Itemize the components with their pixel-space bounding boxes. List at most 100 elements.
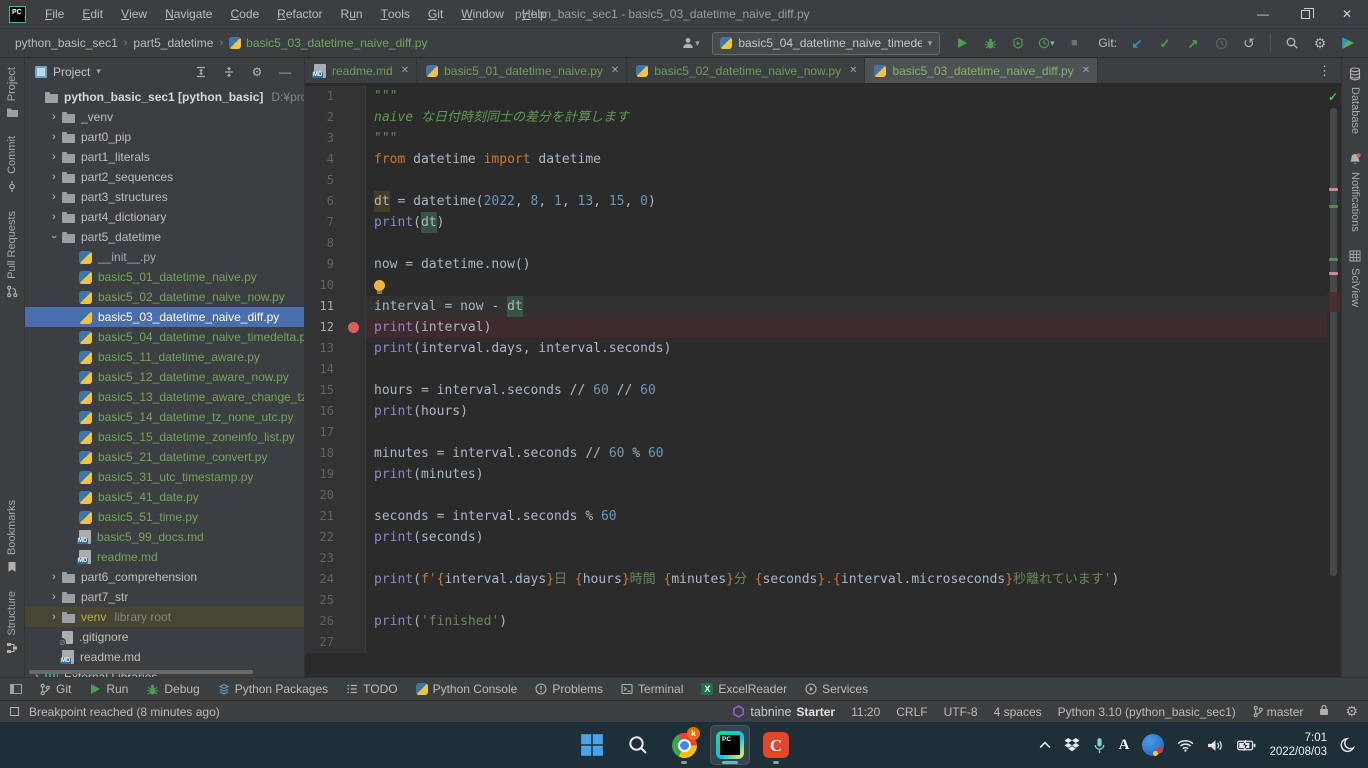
tree-item-readme-md[interactable]: readme.md bbox=[25, 547, 304, 567]
code-line[interactable]: 4from datetime import datetime bbox=[305, 149, 1327, 170]
tree-item-basic5-31-utc-timestamp-py[interactable]: basic5_31_utc_timestamp.py bbox=[25, 467, 304, 487]
tree-item-python-basic-sec1-python-basic[interactable]: python_basic_sec1 [python_basic]D:¥proje… bbox=[25, 87, 304, 107]
user-button[interactable]: ▾ bbox=[678, 31, 702, 55]
stripe-item-database[interactable]: Database bbox=[1349, 58, 1361, 143]
toolbox-button[interactable] bbox=[1336, 31, 1360, 55]
status-file-encoding[interactable]: UTF-8 bbox=[944, 705, 978, 719]
tree-chevron-icon[interactable]: › bbox=[46, 591, 62, 603]
menu-code[interactable]: Code bbox=[221, 0, 268, 28]
tab-options-icon[interactable]: ⋮ bbox=[1308, 58, 1341, 83]
tab-close-icon[interactable]: ✕ bbox=[1082, 65, 1090, 76]
menu-edit[interactable]: Edit bbox=[73, 0, 112, 28]
code-line[interactable]: 12print(interval) bbox=[305, 317, 1327, 338]
git-commit-button[interactable]: ✓ bbox=[1153, 31, 1177, 55]
tree-item-basic5-03-datetime-naive-diff-py[interactable]: basic5_03_datetime_naive_diff.py bbox=[25, 307, 304, 327]
run-coverage-button[interactable] bbox=[1006, 31, 1030, 55]
minimize-button[interactable]: — bbox=[1242, 0, 1284, 28]
menu-git[interactable]: Git bbox=[419, 0, 452, 28]
menu-file[interactable]: File bbox=[36, 0, 73, 28]
tool-window-todo[interactable]: TODO bbox=[337, 678, 406, 700]
breakpoint-icon[interactable] bbox=[348, 322, 359, 333]
tab-close-icon[interactable]: ✕ bbox=[849, 65, 857, 76]
status-message[interactable]: Breakpoint reached (8 minutes ago) bbox=[29, 705, 220, 719]
stripe-mark[interactable] bbox=[1329, 258, 1338, 261]
git-branch-widget[interactable]: master bbox=[1252, 705, 1304, 719]
stripe-item-bookmarks[interactable]: Bookmarks bbox=[6, 491, 18, 582]
tree-chevron-icon[interactable]: › bbox=[46, 131, 62, 143]
taskbar-pycharm[interactable]: PC bbox=[710, 725, 750, 765]
code-line[interactable]: 16print(hours) bbox=[305, 401, 1327, 422]
code-line[interactable]: 13print(interval.days, interval.seconds) bbox=[305, 338, 1327, 359]
tray-wifi[interactable] bbox=[1177, 739, 1194, 752]
menu-view[interactable]: View bbox=[112, 0, 156, 28]
tree-item-basic5-13-datetime-aware-change-tz-py[interactable]: basic5_13_datetime_aware_change_tz.py bbox=[25, 387, 304, 407]
tree-item-basic5-11-datetime-aware-py[interactable]: basic5_11_datetime_aware.py bbox=[25, 347, 304, 367]
stop-button[interactable]: ■ bbox=[1062, 31, 1086, 55]
git-rollback-button[interactable]: ↺ bbox=[1237, 31, 1261, 55]
code-line[interactable]: 15hours = interval.seconds // 60 // 60 bbox=[305, 380, 1327, 401]
tool-window-excelreader[interactable]: XExcelReader bbox=[692, 678, 796, 700]
tree-item-basic5-99-docs-md[interactable]: basic5_99_docs.md bbox=[25, 527, 304, 547]
tray-volume[interactable] bbox=[1207, 739, 1224, 752]
code-line[interactable]: 9now = datetime.now() bbox=[305, 254, 1327, 275]
profiler-button[interactable]: ▾ bbox=[1034, 31, 1058, 55]
code-line[interactable]: 26print('finished') bbox=[305, 611, 1327, 632]
code-line[interactable]: 20 bbox=[305, 485, 1327, 506]
panel-settings-icon[interactable]: ⚙ bbox=[246, 61, 268, 83]
code-line[interactable]: 18minutes = interval.seconds // 60 % 60 bbox=[305, 443, 1327, 464]
stripe-mark[interactable] bbox=[1329, 272, 1338, 275]
tree-chevron-icon[interactable]: › bbox=[46, 191, 62, 203]
breakpoint-stripe-mark[interactable] bbox=[1327, 292, 1340, 312]
menu-navigate[interactable]: Navigate bbox=[156, 0, 221, 28]
tab-basic5-01-datetime-naive-py[interactable]: basic5_01_datetime_naive.py✕ bbox=[417, 58, 627, 83]
code-line[interactable]: 23 bbox=[305, 548, 1327, 569]
stripe-mark[interactable] bbox=[1329, 188, 1338, 191]
code-line[interactable]: 22print(seconds) bbox=[305, 527, 1327, 548]
git-push-button[interactable]: ↗ bbox=[1181, 31, 1205, 55]
tool-window-corner-icon[interactable] bbox=[10, 684, 22, 694]
tabnine-widget[interactable]: tabnineStarter bbox=[732, 705, 835, 719]
tree-chevron-icon[interactable]: › bbox=[48, 229, 60, 245]
tree-item-basic5-04-datetime-naive-timedelta-py[interactable]: basic5_04_datetime_naive_timedelta.py bbox=[25, 327, 304, 347]
tree-item-part0-pip[interactable]: ›part0_pip bbox=[25, 127, 304, 147]
tool-window-terminal[interactable]: Terminal bbox=[612, 678, 692, 700]
chevron-down-icon[interactable]: ▾ bbox=[96, 66, 101, 77]
menu-run[interactable]: Run bbox=[332, 0, 372, 28]
collapse-all-button[interactable] bbox=[218, 61, 240, 83]
code-line[interactable]: 25 bbox=[305, 590, 1327, 611]
tree-item-part1-literals[interactable]: ›part1_literals bbox=[25, 147, 304, 167]
taskbar-search[interactable] bbox=[618, 725, 658, 765]
maximize-button[interactable] bbox=[1284, 0, 1326, 28]
hide-panel-button[interactable]: — bbox=[274, 61, 296, 83]
status-line-separator[interactable]: CRLF bbox=[896, 705, 927, 719]
code-editor[interactable]: 1"""2naive な日付時刻同士の差分を計算します3"""4from dat… bbox=[305, 84, 1327, 677]
project-panel-title[interactable]: Project bbox=[53, 65, 90, 79]
code-line[interactable]: 19print(minutes) bbox=[305, 464, 1327, 485]
stripe-item-project[interactable]: Project bbox=[6, 58, 19, 127]
git-history-button[interactable] bbox=[1209, 31, 1233, 55]
tree-item-readme-md[interactable]: readme.md bbox=[25, 647, 304, 667]
tray-hidden-icons[interactable] bbox=[1039, 741, 1051, 749]
menu-tools[interactable]: Tools bbox=[372, 0, 419, 28]
tree-chevron-icon[interactable]: › bbox=[46, 111, 62, 123]
menu-window[interactable]: Window bbox=[452, 0, 513, 28]
search-everywhere-button[interactable] bbox=[1280, 31, 1304, 55]
git-update-project-button[interactable]: ↙ bbox=[1125, 31, 1149, 55]
taskbar-chrome[interactable]: k bbox=[664, 725, 704, 765]
code-line[interactable]: 5 bbox=[305, 170, 1327, 191]
tree-chevron-icon[interactable]: › bbox=[46, 211, 62, 223]
tree-item-part4-dictionary[interactable]: ›part4_dictionary bbox=[25, 207, 304, 227]
breakpoint-gutter[interactable] bbox=[341, 317, 366, 338]
breadcrumb-item-part5-datetime[interactable]: part5_datetime bbox=[130, 35, 216, 51]
code-line[interactable]: 24print(f'{interval.days}日 {hours}時間 {mi… bbox=[305, 569, 1327, 590]
tree-chevron-icon[interactable]: › bbox=[46, 171, 62, 183]
tree-item-basic5-12-datetime-aware-now-py[interactable]: basic5_12_datetime_aware_now.py bbox=[25, 367, 304, 387]
tree-item-basic5-01-datetime-naive-py[interactable]: basic5_01_datetime_naive.py bbox=[25, 267, 304, 287]
code-line[interactable]: 7print(dt) bbox=[305, 212, 1327, 233]
tab-close-icon[interactable]: ✕ bbox=[401, 65, 409, 76]
tool-window-debug[interactable]: Debug bbox=[137, 678, 208, 700]
tree-item-part3-structures[interactable]: ›part3_structures bbox=[25, 187, 304, 207]
taskbar-clock[interactable]: 7:012022/08/03 bbox=[1269, 731, 1327, 759]
taskbar-start[interactable] bbox=[572, 725, 612, 765]
close-button[interactable]: ✕ bbox=[1326, 0, 1368, 28]
